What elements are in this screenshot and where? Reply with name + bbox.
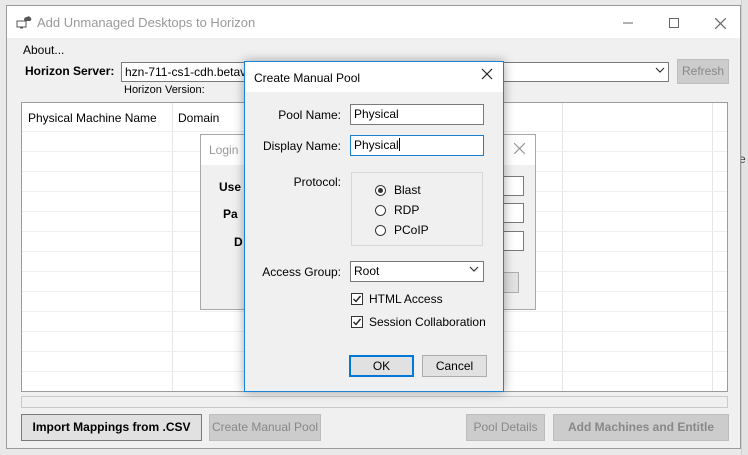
pool-name-value: Physical (354, 107, 399, 121)
import-mappings-button[interactable]: Import Mappings from .CSV (21, 414, 202, 441)
column-header-physical-machine-name[interactable]: Physical Machine Name (28, 111, 157, 125)
checkmark-icon (353, 295, 362, 303)
minimize-icon (623, 22, 633, 24)
add-machines-and-entitle-button[interactable]: Add Machines and Entitle (553, 414, 729, 441)
radio-rdp-label: RDP (394, 203, 420, 217)
pool-name-label: Pool Name: (278, 108, 341, 122)
cancel-button[interactable]: Cancel (422, 355, 487, 377)
radio-button-icon (375, 205, 386, 216)
protocol-label: Protocol: (293, 175, 341, 189)
horizontal-scrollbar[interactable] (21, 396, 728, 408)
maximize-icon (669, 18, 679, 29)
display-name-value: Physical (354, 138, 399, 152)
close-button[interactable] (697, 6, 743, 38)
radio-selected-dot (378, 188, 383, 193)
radio-button-icon (375, 225, 386, 236)
access-group-select[interactable]: Root (350, 261, 484, 282)
close-icon (714, 17, 726, 30)
create-manual-pool-dialog: Create Manual Pool Pool Name: Physical D… (244, 61, 504, 392)
chevron-down-icon[interactable] (655, 65, 665, 77)
column-divider (172, 103, 173, 391)
login-username-label: Use (219, 180, 242, 194)
access-group-value: Root (354, 264, 380, 278)
column-divider (712, 103, 713, 391)
column-header-domain[interactable]: Domain (178, 111, 219, 125)
create-manual-pool-button[interactable]: Create Manual Pool (209, 414, 321, 441)
login-password-label: Pa (223, 207, 238, 221)
chevron-down-icon[interactable] (469, 265, 479, 276)
ok-button[interactable]: OK (349, 355, 414, 377)
close-icon[interactable] (513, 141, 526, 157)
pool-name-input[interactable]: Physical (350, 104, 484, 125)
checkmark-icon (353, 318, 362, 326)
text-caret (398, 138, 400, 151)
maximize-button[interactable] (651, 6, 697, 38)
checkbox-icon (351, 293, 363, 305)
session-collaboration-label: Session Collaboration (369, 315, 486, 329)
pool-dialog-titlebar[interactable]: Create Manual Pool (245, 62, 503, 92)
desktop-cloud-icon (16, 16, 32, 29)
background-window-edge (741, 0, 748, 455)
horizon-server-label: Horizon Server: (25, 64, 115, 78)
pool-dialog-title: Create Manual Pool (254, 71, 361, 85)
access-group-label: Access Group: (262, 265, 341, 279)
login-title: Login (209, 143, 239, 157)
window-title: Add Unmanaged Desktops to Horizon (37, 15, 256, 30)
horizon-server-value: hzn-711-cs1-cdh.betavm (125, 65, 257, 79)
login-domain-label: D (234, 235, 243, 249)
radio-blast-label: Blast (394, 183, 421, 197)
main-titlebar[interactable]: Add Unmanaged Desktops to Horizon (7, 6, 740, 38)
pool-dialog-close-button[interactable] (481, 67, 493, 84)
html-access-label: HTML Access (369, 292, 443, 306)
radio-button-icon (375, 185, 386, 196)
column-divider (562, 103, 563, 391)
radio-pcoip-label: PCoIP (394, 223, 429, 237)
close-icon (481, 68, 493, 80)
minimize-button[interactable] (605, 6, 651, 38)
menu-about[interactable]: About... (23, 43, 64, 57)
display-name-input[interactable]: Physical (350, 135, 484, 156)
refresh-button[interactable]: Refresh (677, 59, 729, 84)
checkbox-icon (351, 316, 363, 328)
horizon-version-label: Horizon Version: (124, 84, 205, 96)
display-name-label: Display Name: (262, 139, 341, 153)
pool-details-button[interactable]: Pool Details (466, 414, 545, 441)
